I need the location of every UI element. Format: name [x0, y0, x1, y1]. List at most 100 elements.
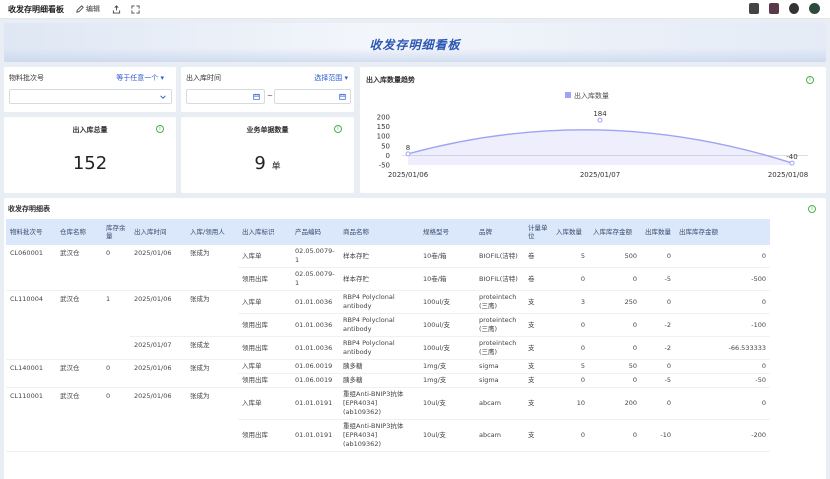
chevron-down-icon	[160, 95, 166, 99]
column-header[interactable]: 入库库存金额	[589, 219, 641, 245]
column-header[interactable]: 规格型号	[419, 219, 475, 245]
kpi-document-count: 业务单据数量 i 9 单	[181, 117, 354, 193]
out-qty-cell: -5	[641, 373, 675, 388]
batch-cell: CL110004	[6, 290, 56, 360]
material-select[interactable]	[9, 89, 172, 104]
name-cell: 胰多糖	[339, 359, 419, 374]
person-cell: 张成为	[186, 359, 238, 388]
table-row[interactable]: CL110004 武汉仓 1 2025/01/06 张成为 入库单 01.01.0036 RB…	[6, 290, 770, 360]
code-cell: 02.05.0079-1	[291, 267, 339, 291]
code-cell: 01.01.0036	[291, 336, 339, 360]
time-cell: 2025/01/06	[130, 245, 186, 291]
column-header[interactable]: 出入库时间	[130, 219, 186, 245]
brand-cell: sigma	[475, 373, 524, 388]
warehouse-cell: 武汉仓	[56, 290, 102, 360]
column-header[interactable]: 出入库标识	[238, 219, 291, 245]
column-header[interactable]: 库存余量	[102, 219, 130, 245]
person-cell: 张成为	[186, 290, 238, 337]
person-cell: 张成为	[186, 387, 238, 452]
in-qty-cell: 5	[552, 245, 589, 268]
out-amt-cell: 0	[675, 359, 770, 374]
column-header[interactable]: 商品名称	[339, 219, 419, 245]
info-icon[interactable]: i	[156, 125, 164, 133]
date-filter-panel: 出入库时间 选择范围 ▾ ~	[181, 67, 354, 112]
dashboard-banner: 收发存明细看板	[4, 23, 826, 62]
column-header[interactable]: 物料批次号	[6, 219, 56, 245]
brand-cell: BIOFIL(洁特)	[475, 267, 524, 291]
detail-table: 物料批次号 仓库名称 库存余量 出入库时间 入库/领用人 出入库标识 产品编码 商品名称 规格型…	[6, 219, 770, 452]
brand-cell: sigma	[475, 359, 524, 374]
avatar[interactable]	[809, 3, 820, 14]
unit-cell: 支	[524, 336, 552, 360]
edit-button[interactable]: 编辑	[76, 4, 100, 14]
spec-cell: 10ul/支	[419, 387, 475, 420]
info-icon[interactable]: i	[334, 125, 342, 133]
material-filter-panel: 物料批次号 等于任意一个 ▾	[4, 67, 176, 112]
table-row[interactable]: CL110001 武汉仓 0 2025/01/06 张成为 入库单 01.01.0191 重组…	[6, 387, 770, 452]
out-qty-cell: -5	[641, 267, 675, 291]
kpi-unit: 单	[271, 162, 281, 172]
column-header[interactable]: 品牌	[475, 219, 524, 245]
in-qty-cell: 0	[552, 313, 589, 337]
stock-cell: 0	[102, 387, 130, 452]
column-header[interactable]: 出库库存金额	[675, 219, 770, 245]
data-point	[789, 160, 795, 166]
in-amt-cell: 0	[589, 373, 641, 388]
end-date-input[interactable]	[274, 89, 351, 104]
flag-cell: 领用出库	[238, 267, 291, 291]
kpi-number: 152	[72, 153, 108, 174]
column-header[interactable]: 仓库名称	[56, 219, 102, 245]
flag-cell: 领用出库	[238, 336, 291, 360]
help-icon[interactable]	[789, 3, 799, 14]
column-header[interactable]: 计量单位	[524, 219, 552, 245]
brand-cell: BIOFIL(洁特)	[475, 245, 524, 268]
material-filter-operator[interactable]: 等于任意一个 ▾	[116, 73, 164, 83]
spec-cell: 100ul/支	[419, 313, 475, 337]
share-icon[interactable]	[112, 4, 121, 14]
kpi-number: 9	[254, 153, 266, 174]
out-amt-cell: 0	[675, 290, 770, 314]
warehouse-cell: 武汉仓	[56, 387, 102, 452]
spec-cell: 1mg/支	[419, 373, 475, 388]
fullscreen-icon[interactable]	[131, 4, 140, 14]
trend-chart: 出入库数量 200150 10050 0 -50 8 2025/01/06 184 2025/0…	[377, 91, 809, 179]
flag-cell: 领用出库	[238, 313, 291, 337]
dashboard-title: 收发存明细看板	[8, 4, 64, 14]
flag-cell: 入库单	[238, 359, 291, 374]
kpi-value: 152	[4, 153, 176, 174]
data-label: 184	[593, 110, 607, 118]
book-icon[interactable]	[749, 3, 759, 14]
spec-cell: 100ul/支	[419, 336, 475, 360]
start-date-input[interactable]	[186, 89, 265, 104]
kpi-value: 9 单	[181, 153, 354, 174]
column-header[interactable]: 入库/领用人	[186, 219, 238, 245]
out-amt-cell: -200	[675, 419, 770, 452]
name-cell: 胰多糖	[339, 373, 419, 388]
x-tick-label: 2025/01/06	[388, 171, 429, 179]
unit-cell: 支	[524, 359, 552, 374]
column-header[interactable]: 出库数量	[641, 219, 675, 245]
code-cell: 01.01.0036	[291, 313, 339, 337]
out-qty-cell: -2	[641, 313, 675, 337]
info-icon[interactable]: i	[808, 205, 816, 213]
material-filter-label: 物料批次号	[9, 74, 44, 82]
table-row[interactable]: CL140001 武汉仓 0 2025/01/06 张成为 入库单 01.06.0019 胰多…	[6, 359, 770, 388]
column-header[interactable]: 产品编码	[291, 219, 339, 245]
legend-label: 出入库数量	[574, 91, 609, 100]
in-qty-cell: 0	[552, 336, 589, 360]
out-qty-cell: 0	[641, 245, 675, 268]
warehouse-cell: 武汉仓	[56, 359, 102, 388]
column-header[interactable]: 入库数量	[552, 219, 589, 245]
pencil-icon	[76, 5, 84, 13]
stock-cell: 0	[102, 359, 130, 388]
y-tick-label: 100	[377, 133, 390, 141]
time-cell: 2025/01/06	[130, 359, 186, 388]
brand-cell: proteintech (三鹰)	[475, 290, 524, 314]
name-cell: 样本存贮	[339, 267, 419, 291]
table-row[interactable]: CL060001 武汉仓 0 2025/01/06 张成为 入库单 02.05.0079-1…	[6, 245, 770, 291]
spec-cell: 10ul/支	[419, 419, 475, 452]
date-filter-operator[interactable]: 选择范围 ▾	[314, 73, 348, 83]
notification-icon[interactable]	[769, 3, 779, 14]
code-cell: 01.01.0036	[291, 290, 339, 314]
code-cell: 01.06.0019	[291, 359, 339, 374]
